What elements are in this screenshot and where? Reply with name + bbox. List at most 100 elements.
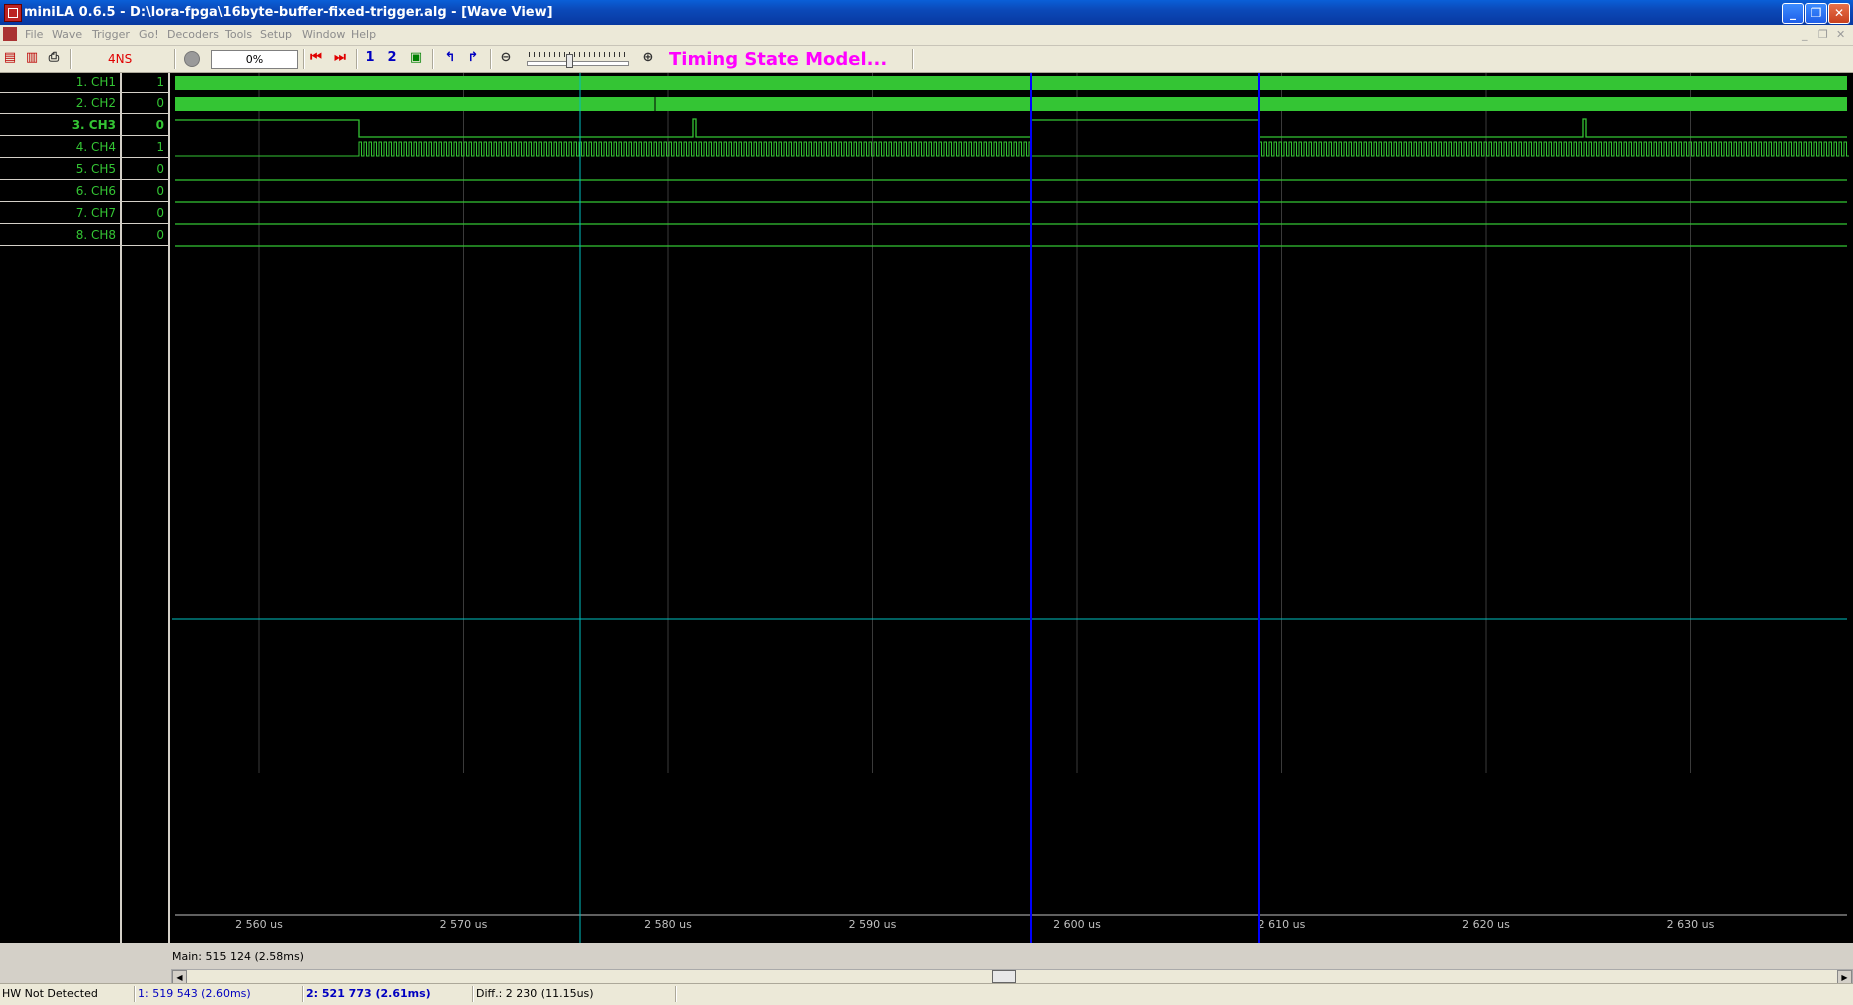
channel-name-ch7[interactable]: 7. CH7: [0, 206, 116, 220]
channel-name-ch3[interactable]: 3. CH3: [0, 118, 116, 132]
menu-help[interactable]: Help: [351, 28, 376, 41]
mdi-restore-button[interactable]: ❐: [1818, 28, 1828, 41]
channel-divider: [0, 201, 170, 202]
window-title: miniLA 0.6.5 - D:\lora-fpga\16byte-buffe…: [24, 5, 553, 20]
restore-button[interactable]: ❐: [1805, 3, 1827, 24]
time-tick-label: 2 570 us: [440, 918, 488, 931]
channel-divider: [0, 135, 170, 136]
channel-name-ch6[interactable]: 6. CH6: [0, 184, 116, 198]
minimize-button[interactable]: _: [1782, 3, 1804, 24]
title-bar: miniLA 0.6.5 - D:\lora-fpga\16byte-buffe…: [0, 0, 1853, 25]
channel-value-ch7: 0: [156, 206, 164, 220]
waveform-canvas[interactable]: 2 560 us 2 570 us 2 580 us 2 590 us 2 600 us…: [170, 73, 1853, 943]
channel-name-ch4[interactable]: 4. CH4: [0, 140, 116, 154]
toolbar-separator: [70, 49, 72, 69]
horizontal-scrollbar[interactable]: ◀ ▶: [171, 969, 1853, 985]
sample-clock-value[interactable]: 4NS: [108, 52, 132, 66]
status-divider: [302, 986, 304, 1002]
channel-divider: [0, 245, 170, 246]
time-tick-label: 2 580 us: [644, 918, 692, 931]
status-divider: [675, 986, 677, 1002]
channel-name-ch1[interactable]: 1. CH1: [0, 75, 116, 89]
status-divider: [134, 986, 136, 1002]
channel-value-ch2: 0: [156, 96, 164, 110]
toolbar-separator: [912, 49, 914, 69]
channel-value-ch5: 0: [156, 162, 164, 176]
channel-name-ch8[interactable]: 8. CH8: [0, 228, 116, 242]
print-icon[interactable]: ⎙: [46, 50, 62, 66]
channel-divider: [0, 223, 170, 224]
toolbar-separator: [432, 49, 434, 69]
time-tick-label: 2 590 us: [849, 918, 897, 931]
menu-file[interactable]: File: [25, 28, 43, 41]
channel-value-column: [122, 73, 170, 943]
toolbar-separator: [303, 49, 305, 69]
bottom-panel: Main: 515 124 (2.58ms) ◀ ▶: [0, 943, 1853, 985]
open-file-icon[interactable]: ▤: [2, 50, 18, 66]
channel-value-ch3: 0: [155, 118, 164, 132]
channel-value-ch4: 1: [156, 140, 164, 154]
prev-edge-icon[interactable]: ↰: [442, 50, 458, 66]
capture-progress-field: 0%: [211, 50, 298, 69]
wave-view[interactable]: 1. CH1 1 2. CH2 0 3. CH3 0 4. CH4 1 5. C…: [0, 73, 1853, 943]
zoom-out-icon[interactable]: ⊖: [498, 50, 514, 66]
go-to-start-icon[interactable]: ⏮: [308, 50, 324, 66]
app-icon[interactable]: [4, 4, 22, 22]
diff-readout: Diff.: 2 230 (11.15us): [476, 987, 594, 1000]
status-bar: HW Not Detected 1: 519 543 (2.60ms) 2: 5…: [0, 983, 1853, 1005]
cursor2-icon[interactable]: 2: [384, 50, 400, 66]
channel-name-column: [0, 73, 122, 943]
ch1-waveform: [175, 76, 1847, 90]
menu-wave[interactable]: Wave: [52, 28, 82, 41]
fit-cursors-icon[interactable]: ▣: [408, 50, 424, 66]
mode-title: Timing State Model...: [669, 49, 888, 70]
menu-setup[interactable]: Setup: [260, 28, 292, 41]
mdi-close-button[interactable]: ✕: [1836, 28, 1845, 41]
channel-divider: [0, 113, 170, 114]
channel-value-ch1: 1: [156, 75, 164, 89]
save-file-icon[interactable]: ▥: [24, 50, 40, 66]
time-tick-label: 2 620 us: [1462, 918, 1510, 931]
run-capture-button[interactable]: [184, 51, 200, 67]
zoom-slider-thumb[interactable]: [566, 54, 573, 68]
time-tick-label: 2 600 us: [1053, 918, 1101, 931]
menu-window[interactable]: Window: [302, 28, 345, 41]
cursor1-icon[interactable]: 1: [362, 50, 378, 66]
toolbar-separator: [490, 49, 492, 69]
go-to-end-icon[interactable]: ⏭: [332, 50, 348, 66]
toolbar: ▤ ▥ ⎙ 4NS 0% ⏮ ⏭ 1 2 ▣ ↰ ↱ ⊖ ⊕ Timing St…: [0, 46, 1853, 73]
status-divider: [472, 986, 474, 1002]
ch3-waveform: [175, 118, 1847, 138]
time-tick-label: 2 630 us: [1667, 918, 1715, 931]
ch4-waveform: [175, 141, 1849, 157]
menu-bar: File Wave Trigger Go! Decoders Tools Set…: [0, 25, 1853, 46]
channel-name-ch5[interactable]: 5. CH5: [0, 162, 116, 176]
cursor1-readout: 1: 519 543 (2.60ms): [138, 987, 251, 1000]
time-tick-label: 2 610 us: [1258, 918, 1306, 931]
channel-divider: [0, 179, 170, 180]
time-tick-label: 2 560 us: [235, 918, 283, 931]
channel-value-ch6: 0: [156, 184, 164, 198]
channel-value-ch8: 0: [156, 228, 164, 242]
zoom-slider-ticks: [529, 52, 625, 57]
menu-trigger[interactable]: Trigger: [92, 28, 130, 41]
hw-status: HW Not Detected: [2, 987, 98, 1000]
main-marker-readout: Main: 515 124 (2.58ms): [172, 950, 304, 963]
close-button[interactable]: ✕: [1828, 3, 1850, 24]
zoom-in-icon[interactable]: ⊕: [640, 50, 656, 66]
zoom-slider-track: [527, 61, 629, 66]
scroll-thumb[interactable]: [992, 970, 1016, 983]
channel-divider: [0, 92, 170, 93]
channel-name-ch2[interactable]: 2. CH2: [0, 96, 116, 110]
menu-decoders[interactable]: Decoders: [167, 28, 219, 41]
toolbar-separator: [174, 49, 176, 69]
cursor2-readout: 2: 521 773 (2.61ms): [306, 987, 431, 1000]
mdi-minimize-button[interactable]: _: [1802, 28, 1808, 41]
ch2-waveform: [175, 97, 1847, 111]
zoom-slider[interactable]: [527, 50, 629, 68]
toolbar-separator: [356, 49, 358, 69]
document-icon[interactable]: [3, 27, 17, 41]
next-edge-icon[interactable]: ↱: [465, 50, 481, 66]
menu-tools[interactable]: Tools: [225, 28, 252, 41]
menu-go[interactable]: Go!: [139, 28, 159, 41]
